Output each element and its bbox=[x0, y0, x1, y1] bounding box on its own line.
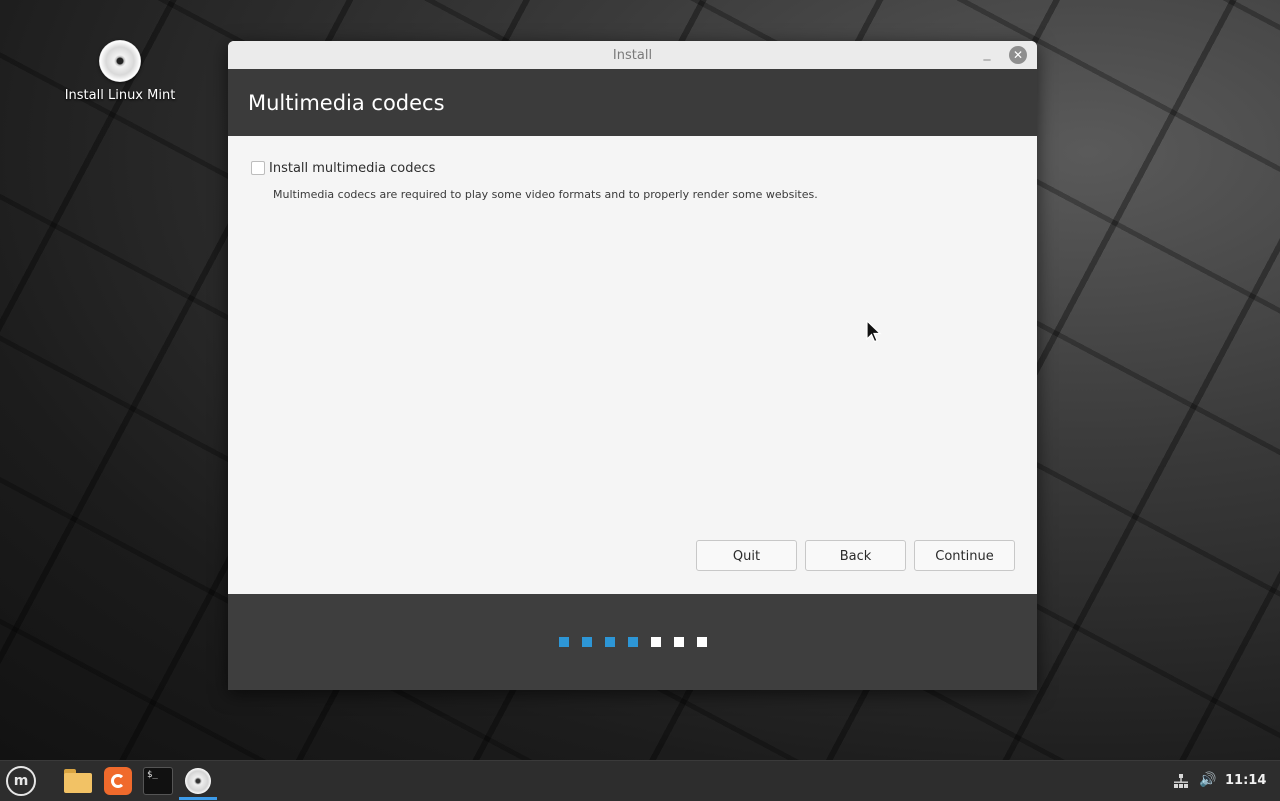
firefox-icon[interactable] bbox=[102, 765, 134, 797]
progress-step-pending bbox=[673, 637, 684, 647]
desktop-icon-label: Install Linux Mint bbox=[64, 88, 176, 103]
installer-window: Install _ ✕ Multimedia codecs Install mu… bbox=[228, 41, 1037, 690]
page-header: Multimedia codecs bbox=[228, 69, 1037, 136]
page-content: Install multimedia codecs Multimedia cod… bbox=[228, 136, 1037, 594]
clock[interactable]: 11:14 bbox=[1225, 773, 1266, 788]
network-icon[interactable] bbox=[1173, 773, 1189, 789]
taskbar: m $_ 🔊 11:14 bbox=[0, 760, 1280, 801]
back-button[interactable]: Back bbox=[805, 540, 906, 571]
terminal-icon[interactable]: $_ bbox=[142, 765, 174, 797]
close-button[interactable]: ✕ bbox=[1009, 46, 1027, 64]
terminal-prompt-glyph: $_ bbox=[143, 767, 173, 795]
installer-disc-icon[interactable] bbox=[182, 765, 214, 797]
window-titlebar[interactable]: Install _ ✕ bbox=[228, 41, 1037, 70]
progress-step-complete bbox=[558, 637, 569, 647]
progress-step-complete bbox=[604, 637, 615, 647]
progress-step-pending bbox=[696, 637, 707, 647]
progress-step-complete bbox=[627, 637, 638, 647]
install-codecs-option[interactable]: Install multimedia codecs bbox=[251, 160, 435, 176]
progress-indicator bbox=[228, 637, 1037, 647]
quit-button[interactable]: Quit bbox=[696, 540, 797, 571]
codecs-description: Multimedia codecs are required to play s… bbox=[273, 188, 818, 201]
mint-menu-button[interactable]: m bbox=[6, 766, 36, 796]
volume-icon[interactable]: 🔊 bbox=[1199, 772, 1217, 790]
desktop-icon-install-linux-mint[interactable]: Install Linux Mint bbox=[60, 40, 180, 103]
minimize-button[interactable]: _ bbox=[979, 45, 995, 63]
disc-icon bbox=[99, 40, 141, 82]
page-title: Multimedia codecs bbox=[248, 91, 445, 115]
window-title: Install bbox=[612, 48, 653, 63]
install-codecs-checkbox[interactable] bbox=[251, 161, 265, 175]
progress-footer bbox=[228, 594, 1037, 690]
continue-button[interactable]: Continue bbox=[914, 540, 1015, 571]
mouse-pointer-icon bbox=[866, 320, 882, 343]
progress-step-pending bbox=[650, 637, 661, 647]
files-icon[interactable] bbox=[62, 765, 94, 797]
progress-step-complete bbox=[581, 637, 592, 647]
install-codecs-label[interactable]: Install multimedia codecs bbox=[269, 161, 435, 176]
